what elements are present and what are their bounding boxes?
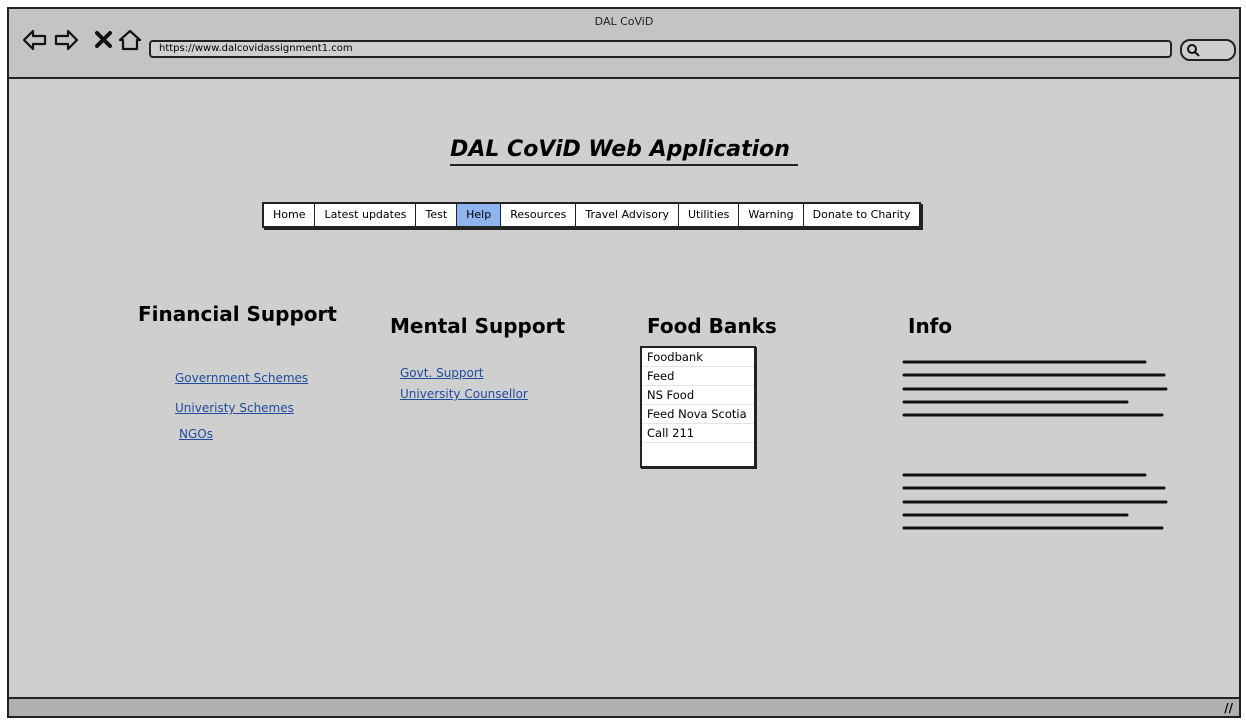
menu-item-help[interactable]: Help bbox=[457, 204, 502, 226]
menu-item-home[interactable]: Home bbox=[264, 204, 316, 226]
financial-support-heading: Financial Support bbox=[138, 302, 337, 326]
back-arrow-icon[interactable] bbox=[22, 27, 48, 53]
info-placeholder-text-1 bbox=[902, 360, 1168, 417]
close-x-icon[interactable] bbox=[91, 27, 117, 53]
menu-item-test[interactable]: Test bbox=[416, 204, 458, 226]
home-icon[interactable] bbox=[117, 27, 143, 53]
menu-item-warning[interactable]: Warning bbox=[739, 204, 804, 226]
food-banks-listbox[interactable]: Foodbank Feed NS Food Feed Nova Scotia C… bbox=[640, 346, 756, 468]
menu-item-donate-to-charity[interactable]: Donate to Charity bbox=[804, 204, 920, 226]
search-button[interactable] bbox=[1180, 39, 1236, 61]
list-item[interactable]: Call 211 bbox=[642, 424, 754, 443]
university-counsellor-link[interactable]: University Counsellor bbox=[400, 387, 528, 401]
list-item[interactable]: Feed Nova Scotia bbox=[642, 405, 754, 424]
mental-support-heading: Mental Support bbox=[390, 314, 566, 338]
menu-item-resources[interactable]: Resources bbox=[501, 204, 577, 226]
menu-item-utilities[interactable]: Utilities bbox=[679, 204, 740, 226]
menu-item-travel-advisory[interactable]: Travel Advisory bbox=[576, 204, 679, 226]
status-bar: // bbox=[9, 697, 1239, 716]
university-schemes-link[interactable]: Univeristy Schemes bbox=[175, 401, 294, 415]
list-item[interactable]: Feed bbox=[642, 367, 754, 386]
list-item[interactable]: Foodbank bbox=[642, 348, 754, 367]
list-item[interactable]: NS Food bbox=[642, 386, 754, 405]
food-banks-heading: Food Banks bbox=[647, 314, 777, 338]
menu-item-latest-updates[interactable]: Latest updates bbox=[315, 204, 417, 226]
info-heading: Info bbox=[908, 314, 953, 338]
govt-support-link[interactable]: Govt. Support bbox=[400, 366, 484, 380]
browser-window: DAL CoViD https://www.dalcovidassignment… bbox=[7, 7, 1241, 718]
address-bar[interactable]: https://www.dalcovidassignment1.com bbox=[149, 40, 1172, 58]
search-icon bbox=[1187, 44, 1200, 57]
government-schemes-link[interactable]: Government Schemes bbox=[175, 371, 308, 385]
window-title: DAL CoViD bbox=[594, 15, 654, 28]
main-menu-bar: Home Latest updates Test Help Resources … bbox=[262, 202, 922, 228]
info-placeholder-text-2 bbox=[902, 473, 1168, 530]
resize-grip-icon[interactable]: // bbox=[1224, 701, 1233, 715]
browser-toolbar: DAL CoViD https://www.dalcovidassignment… bbox=[9, 9, 1239, 79]
page-title: DAL CoViD Web Application bbox=[9, 137, 1239, 166]
ngos-link[interactable]: NGOs bbox=[179, 427, 213, 441]
forward-arrow-icon[interactable] bbox=[53, 27, 79, 53]
